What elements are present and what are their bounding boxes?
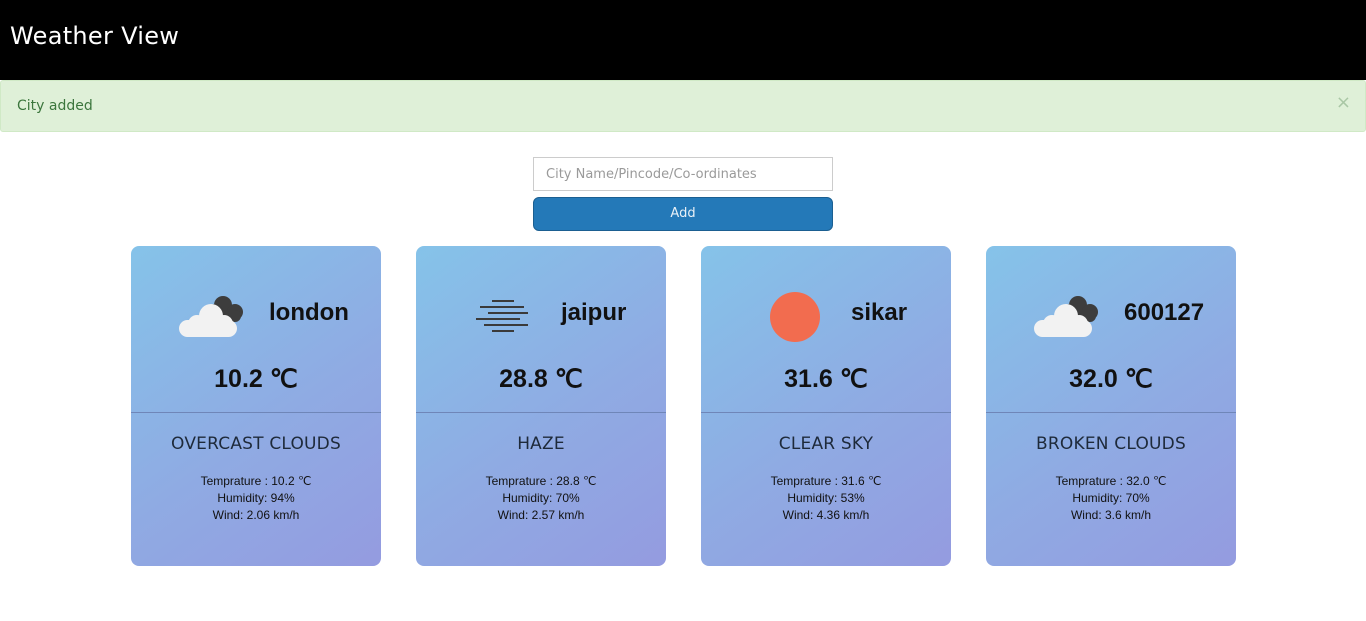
temperature: 32.0 ℃ (1069, 365, 1153, 393)
weather-description: HAZE (517, 434, 565, 454)
city-name: 600127 (1124, 299, 1205, 326)
weather-card: 600127 32.0 ℃ BROKEN CLOUDS Temprature :… (986, 246, 1236, 566)
temperature-detail: Temprature : 31.6 ℃ (770, 474, 882, 488)
alert-message: City added (17, 98, 93, 114)
weather-description: BROKEN CLOUDS (1036, 434, 1186, 454)
weather-description: CLEAR SKY (778, 434, 874, 454)
navbar: Weather View (0, 0, 1366, 80)
wind-detail: Wind: 3.6 km/h (1070, 508, 1152, 522)
wind-detail: Wind: 2.06 km/h (212, 508, 300, 522)
weather-description: OVERCAST CLOUDS (171, 434, 341, 454)
city-name: jaipur (561, 299, 627, 326)
city-name: london (269, 299, 349, 326)
humidity-detail: Humidity: 53% (787, 491, 865, 505)
wind-detail: Wind: 4.36 km/h (782, 508, 870, 522)
humidity-detail: Humidity: 70% (502, 491, 580, 505)
weather-card: london 10.2 ℃ OVERCAST CLOUDS Temprature… (131, 246, 381, 566)
sun-icon (770, 292, 820, 342)
humidity-detail: Humidity: 70% (1072, 491, 1150, 505)
app-title[interactable]: Weather View (10, 22, 179, 50)
temperature-detail: Temprature : 28.8 ℃ (485, 474, 597, 488)
haze-icon (476, 300, 528, 332)
temperature: 28.8 ℃ (499, 365, 583, 393)
card-divider (986, 412, 1236, 413)
temperature: 31.6 ℃ (784, 365, 868, 393)
humidity-detail: Humidity: 94% (217, 491, 295, 505)
card-divider (131, 412, 381, 413)
success-alert: City added × (0, 80, 1366, 132)
weather-card: sikar 31.6 ℃ CLEAR SKY Temprature : 31.6… (701, 246, 951, 566)
cloudy-icon (1034, 296, 1098, 337)
cloudy-icon (179, 296, 243, 337)
wind-detail: Wind: 2.57 km/h (497, 508, 585, 522)
temperature: 10.2 ℃ (214, 365, 298, 393)
card-divider (701, 412, 951, 413)
city-name: sikar (851, 299, 908, 326)
temperature-detail: Temprature : 32.0 ℃ (1055, 474, 1167, 488)
weather-card: jaipur 28.8 ℃ HAZE Temprature : 28.8 ℃ H… (416, 246, 666, 566)
city-search-input[interactable] (533, 157, 833, 191)
temperature-detail: Temprature : 10.2 ℃ (200, 474, 312, 488)
card-divider (416, 412, 666, 413)
add-city-button[interactable]: Add (533, 197, 833, 231)
close-icon[interactable]: × (1336, 94, 1351, 112)
